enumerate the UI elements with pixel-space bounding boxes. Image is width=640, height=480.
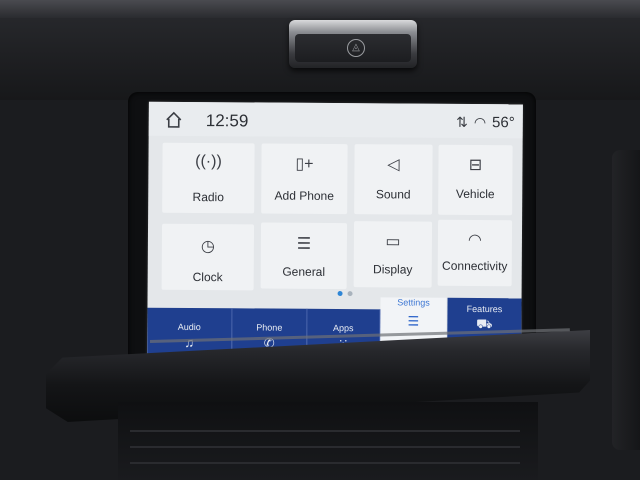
nav-label: Features bbox=[466, 303, 503, 315]
infotainment-screen: 12:59 ⇅ ◠ 56° ((·)) Radio ▯+ Add Phone ◁… bbox=[147, 101, 523, 363]
vehicle-settings-icon: ⊟ bbox=[468, 156, 483, 175]
tile-label: Sound bbox=[375, 187, 411, 202]
add-phone-icon: ▯+ bbox=[295, 155, 314, 173]
hazard-button[interactable]: ◬ bbox=[289, 20, 417, 68]
tile-label: Connectivity bbox=[442, 258, 508, 274]
status-icons: ⇅ ◠ 56° bbox=[456, 114, 515, 131]
wifi-status-icon: ◠ bbox=[473, 113, 487, 131]
hazard-button-face: ◬ bbox=[295, 34, 411, 62]
speaker-icon: ◁ bbox=[387, 156, 400, 174]
page-dot-active[interactable] bbox=[337, 291, 343, 297]
tile-label: Radio bbox=[192, 190, 224, 205]
sliders-icon: ☰ bbox=[296, 235, 312, 253]
tile-clock[interactable]: ◷ Clock bbox=[161, 223, 255, 291]
nav-label: Phone bbox=[256, 322, 283, 333]
nav-label: Settings bbox=[397, 297, 430, 308]
nav-label: Apps bbox=[333, 322, 354, 334]
display-icon: ▭ bbox=[385, 233, 401, 251]
tile-vehicle[interactable]: ⊟ Vehicle bbox=[438, 144, 513, 216]
tile-connectivity[interactable]: ◠ Connectivity bbox=[437, 219, 513, 287]
tile-add-phone[interactable]: ▯+ Add Phone bbox=[261, 143, 348, 215]
outside-temperature: 56° bbox=[492, 114, 515, 132]
tile-label: Vehicle bbox=[455, 186, 495, 202]
page-indicator bbox=[337, 291, 353, 297]
bin-rib bbox=[130, 446, 520, 448]
tile-general[interactable]: ☰ General bbox=[260, 222, 348, 290]
bin-rib bbox=[130, 462, 520, 464]
settings-sliders-icon: ☰ bbox=[407, 313, 420, 329]
clock-time: 12:59 bbox=[205, 111, 249, 131]
storage-bin bbox=[118, 402, 538, 480]
status-bar: 12:59 ⇅ ◠ 56° bbox=[148, 101, 523, 139]
hazard-icon: ◬ bbox=[347, 39, 365, 57]
home-icon[interactable] bbox=[165, 111, 183, 129]
tile-radio[interactable]: ((·)) Radio bbox=[162, 142, 255, 214]
air-vent bbox=[612, 150, 640, 450]
tile-label: Add Phone bbox=[274, 188, 334, 203]
wifi-icon: ◠ bbox=[467, 231, 482, 250]
nav-label: Audio bbox=[177, 321, 201, 333]
tile-label: General bbox=[282, 264, 326, 279]
tile-sound[interactable]: ◁ Sound bbox=[354, 144, 433, 215]
bin-rib bbox=[130, 430, 520, 432]
clock-icon: ◷ bbox=[200, 238, 215, 256]
page-dot[interactable] bbox=[347, 291, 353, 297]
radio-antenna-icon: ((·)) bbox=[195, 153, 222, 171]
tile-label: Display bbox=[373, 262, 413, 277]
data-transfer-icon: ⇅ bbox=[456, 113, 468, 130]
tile-label: Clock bbox=[192, 270, 223, 285]
tile-display[interactable]: ▭ Display bbox=[353, 221, 433, 288]
